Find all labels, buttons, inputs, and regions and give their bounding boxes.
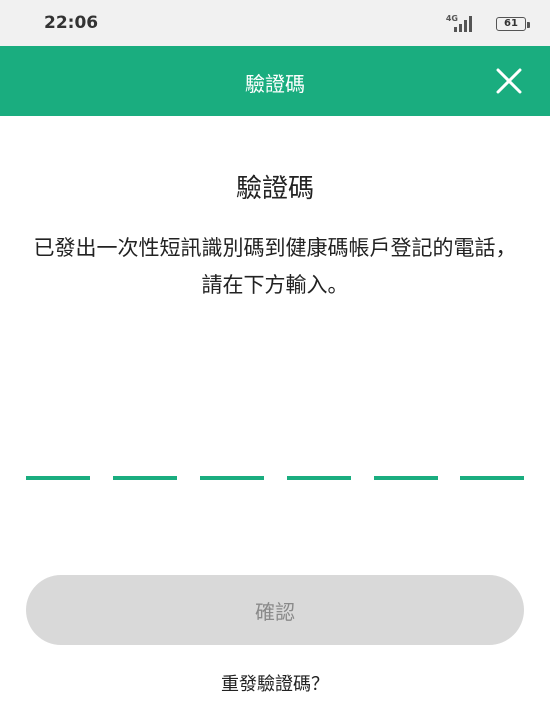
otp-digit-3[interactable]	[200, 440, 264, 480]
otp-digit-1[interactable]	[26, 440, 90, 480]
page-title: 驗證碼	[235, 174, 314, 204]
resend-code-link[interactable]: 重發驗證碼？	[0, 670, 550, 696]
battery-icon: 61	[496, 17, 526, 31]
close-button[interactable]	[490, 62, 528, 100]
header-title: 驗證碼	[245, 72, 305, 96]
status-bar: 22:06 4G 61	[0, 0, 550, 46]
otp-digit-2[interactable]	[113, 440, 177, 480]
header-bar: 驗證碼	[0, 46, 550, 116]
otp-digit-6[interactable]	[460, 440, 524, 480]
otp-digit-4[interactable]	[287, 440, 351, 480]
otp-input-row	[26, 440, 524, 480]
close-icon	[496, 68, 522, 94]
battery-tip	[527, 22, 530, 28]
status-time: 22:06	[44, 13, 99, 33]
instruction-text: 已發出一次性短訊識別碼到健康碼帳戶登記的電話，請在下方輸入。	[33, 236, 517, 297]
battery-level: 61	[504, 18, 518, 29]
signal-strength-icon	[454, 16, 472, 32]
status-icons: 4G 61	[410, 12, 530, 34]
otp-digit-5[interactable]	[374, 440, 438, 480]
confirm-button[interactable]: 確認	[26, 575, 524, 645]
